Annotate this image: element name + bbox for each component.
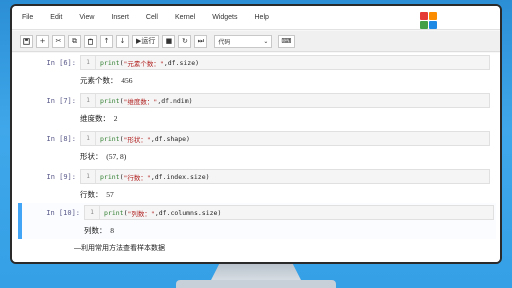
cell-output: 行数： 57 — [80, 190, 114, 199]
menu-kernel[interactable]: Kernel — [175, 14, 195, 21]
monitor-base — [176, 280, 336, 288]
brand-logo — [420, 9, 490, 31]
code-cell[interactable]: In [6]: 1 print("元素个数：" ,df.size) 元素个数： 4… — [18, 53, 496, 89]
code-cell[interactable]: In [9]: 1 print("行数：" ,df.index.size) 行数：… — [18, 167, 496, 203]
cell-prompt: In [6]: — [46, 59, 76, 67]
cell-output: 元素个数： 456 — [80, 76, 133, 85]
move-down-icon[interactable]: ↓ — [116, 34, 129, 48]
monitor-frame: File Edit View Insert Cell Kernel Widget… — [10, 4, 502, 264]
copy-icon[interactable]: ⧉ — [68, 34, 81, 48]
menu-cell[interactable]: Cell — [146, 14, 158, 21]
cell-type-value: 代码 — [218, 38, 231, 46]
code-fn: print — [100, 172, 120, 181]
line-number: 1 — [81, 94, 96, 107]
menu-view[interactable]: View — [79, 14, 94, 21]
run-label: 运行 — [141, 37, 156, 45]
run-button[interactable]: ▶︎ 运行 — [132, 34, 160, 48]
code-cell-selected[interactable]: In [10]: 1 print("列数：" ,df.columns.size) … — [18, 203, 496, 239]
cell-prompt: In [7]: — [46, 97, 76, 105]
menu-edit[interactable]: Edit — [50, 14, 62, 21]
code-cell[interactable]: In [8]: 1 print("形状：" ,df.shape) 形状： (57,… — [18, 129, 496, 165]
menu-help[interactable]: Help — [255, 14, 269, 21]
line-number: 1 — [81, 56, 96, 69]
menu-insert[interactable]: Insert — [111, 14, 129, 21]
line-number: 1 — [81, 132, 96, 145]
markdown-cell-text[interactable]: —利用常用方法查看样本数据 — [74, 243, 165, 253]
code-string: "维度数：" — [123, 97, 158, 106]
cell-prompt: In [10]: — [46, 209, 80, 217]
code-fn: print — [100, 134, 120, 143]
toolbar: + ✂ ⧉ ↑ ↓ ▶︎ 运行 ■ ↻ ⏭ 代码 ⌄ ⌨ — [12, 31, 500, 52]
cell-input[interactable]: 1 print("维度数：" ,df.ndim) — [80, 93, 490, 108]
logo-icon — [420, 11, 437, 29]
code-fn: print — [100, 96, 120, 105]
code-string: "列数：" — [127, 209, 155, 218]
cell-prompt: In [8]: — [46, 135, 76, 143]
code-fn: print — [104, 208, 124, 217]
code-rest: ,df.index.size) — [150, 172, 210, 181]
line-number: 1 — [81, 170, 96, 183]
cell-output: 形状： (57, 8) — [80, 152, 127, 161]
paste-icon[interactable] — [84, 34, 97, 48]
code-string: "元素个数：" — [123, 59, 164, 68]
add-cell-icon[interactable]: + — [36, 34, 49, 48]
code-cell[interactable]: In [7]: 1 print("维度数：" ,df.ndim) 维度数： 2 — [18, 91, 496, 127]
cut-icon[interactable]: ✂ — [52, 34, 65, 48]
code-rest: ,df.ndim) — [157, 96, 193, 105]
stop-icon[interactable]: ■ — [162, 34, 176, 48]
cell-input[interactable]: 1 print("列数：" ,df.columns.size) — [84, 205, 494, 220]
cell-type-select[interactable]: 代码 ⌄ — [214, 34, 273, 48]
menu-widgets[interactable]: Widgets — [212, 14, 237, 21]
chevron-down-icon: ⌄ — [263, 37, 269, 45]
code-rest: ,df.columns.size) — [154, 208, 222, 217]
notebook-area: In [6]: 1 print("元素个数：" ,df.size) 元素个数： 4… — [12, 53, 500, 262]
menu-file[interactable]: File — [22, 14, 33, 21]
restart-run-all-icon[interactable]: ⏭ — [194, 34, 208, 48]
keyboard-icon[interactable]: ⌨ — [278, 34, 295, 48]
cell-input[interactable]: 1 print("元素个数：" ,df.size) — [80, 55, 490, 70]
cell-prompt: In [9]: — [46, 173, 76, 181]
code-rest: ,df.size) — [163, 58, 200, 67]
save-icon[interactable] — [20, 34, 33, 48]
menu-bar: File Edit View Insert Cell Kernel Widget… — [12, 6, 500, 30]
cell-input[interactable]: 1 print("行数：" ,df.index.size) — [80, 169, 490, 184]
cell-input[interactable]: 1 print("形状：" ,df.shape) — [80, 131, 490, 146]
cell-output: 列数： 8 — [84, 226, 114, 235]
code-string: "形状：" — [123, 135, 151, 144]
cell-output: 维度数： 2 — [80, 114, 118, 123]
restart-icon[interactable]: ↻ — [178, 34, 192, 48]
code-string: "行数：" — [123, 173, 151, 182]
move-up-icon[interactable]: ↑ — [100, 34, 113, 48]
code-fn: print — [100, 58, 120, 67]
code-rest: ,df.shape) — [150, 134, 190, 143]
line-number: 1 — [85, 206, 100, 219]
